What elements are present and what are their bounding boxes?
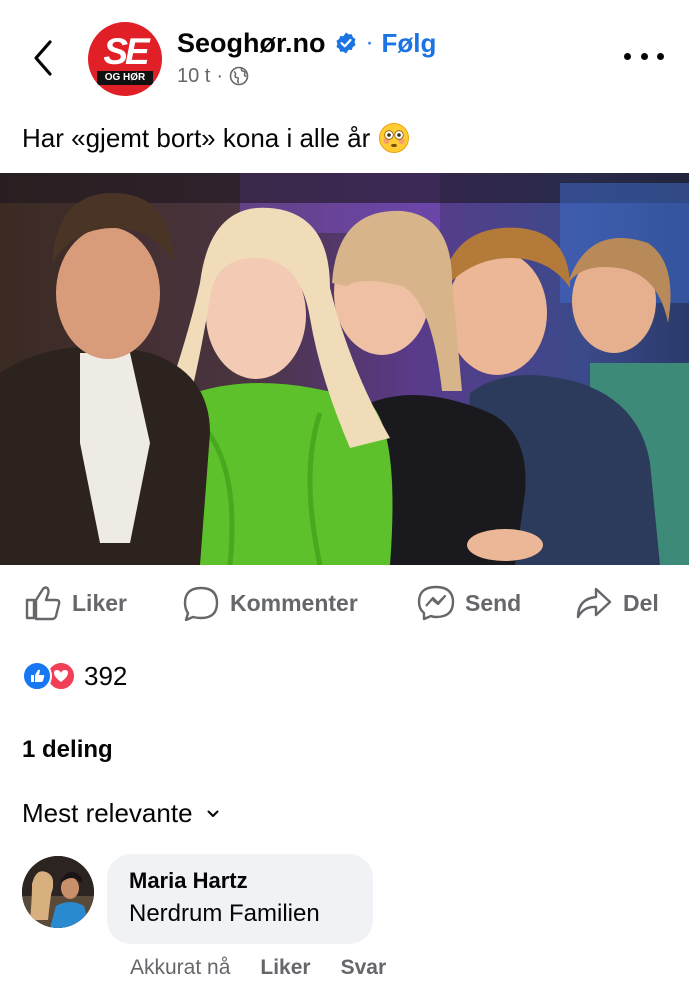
comment-button[interactable]: Kommenter <box>182 578 358 628</box>
page-name-row: Seoghør.no · Følg <box>177 26 436 60</box>
comment-reply-button[interactable]: Svar <box>341 956 387 980</box>
comment-label: Kommenter <box>230 589 358 616</box>
share-label: Del <box>623 589 659 616</box>
logo-subtext: OG HØR <box>97 71 153 85</box>
verified-icon <box>336 32 355 54</box>
globe-icon <box>229 66 249 86</box>
comment-time: Akkurat nå <box>130 956 231 979</box>
back-button[interactable] <box>26 36 60 80</box>
logo-text: SE <box>103 31 149 72</box>
page-name[interactable]: Seoghør.no <box>177 28 326 59</box>
share-count[interactable]: 1 deling <box>22 736 113 764</box>
share-button[interactable]: Del <box>575 578 659 628</box>
flushed-face-icon <box>379 123 410 153</box>
like-icon <box>25 586 61 621</box>
page-avatar[interactable]: SE OG HØR <box>88 22 162 96</box>
post-header: SE OG HØR Seoghør.no · Følg 10 t · <box>0 0 689 110</box>
group-photo-illustration <box>0 173 689 565</box>
commenter-avatar[interactable] <box>22 856 94 928</box>
comment-icon <box>183 586 219 621</box>
comment-bubble[interactable]: Maria Hartz Nerdrum Familien <box>107 854 373 944</box>
more-icon-dot <box>657 52 664 60</box>
caption-text: Har «gjemt bort» kona i alle år <box>22 122 371 153</box>
commenter-avatar-image <box>22 856 94 928</box>
comment-meta: Akkurat nå Liker Svar <box>130 956 386 980</box>
action-bar: Liker Kommenter Send Del <box>0 578 689 628</box>
like-button[interactable]: Liker <box>24 578 127 628</box>
chevron-down-icon <box>207 810 219 817</box>
more-icon-dot <box>640 52 648 60</box>
comment-like-button[interactable]: Liker <box>260 956 310 980</box>
like-reaction-icon <box>22 661 52 691</box>
post-time[interactable]: 10 t <box>177 65 210 88</box>
back-icon <box>34 40 52 76</box>
post-photo[interactable] <box>0 173 689 565</box>
meta-separator: · <box>216 64 224 87</box>
share-icon <box>576 587 612 619</box>
follow-button[interactable]: Følg <box>382 28 437 59</box>
send-label: Send <box>465 589 522 616</box>
reaction-summary[interactable]: 392 <box>22 658 127 694</box>
more-icon-dot <box>624 52 631 60</box>
post-meta: 10 t · <box>177 64 249 88</box>
reaction-count: 392 <box>84 660 128 691</box>
sort-label: Mest relevante <box>22 798 193 828</box>
like-label: Liker <box>72 589 127 616</box>
send-button[interactable]: Send <box>417 578 521 628</box>
separator-dot: · <box>365 29 374 56</box>
comment-sort-dropdown[interactable]: Mest relevante <box>22 798 219 829</box>
more-options-button[interactable] <box>624 44 664 68</box>
messenger-icon <box>417 585 455 621</box>
comment-author[interactable]: Maria Hartz <box>129 868 373 894</box>
comment-text: Nerdrum Familien <box>129 900 320 927</box>
post-caption: Har «gjemt bort» kona i alle år <box>22 122 410 154</box>
